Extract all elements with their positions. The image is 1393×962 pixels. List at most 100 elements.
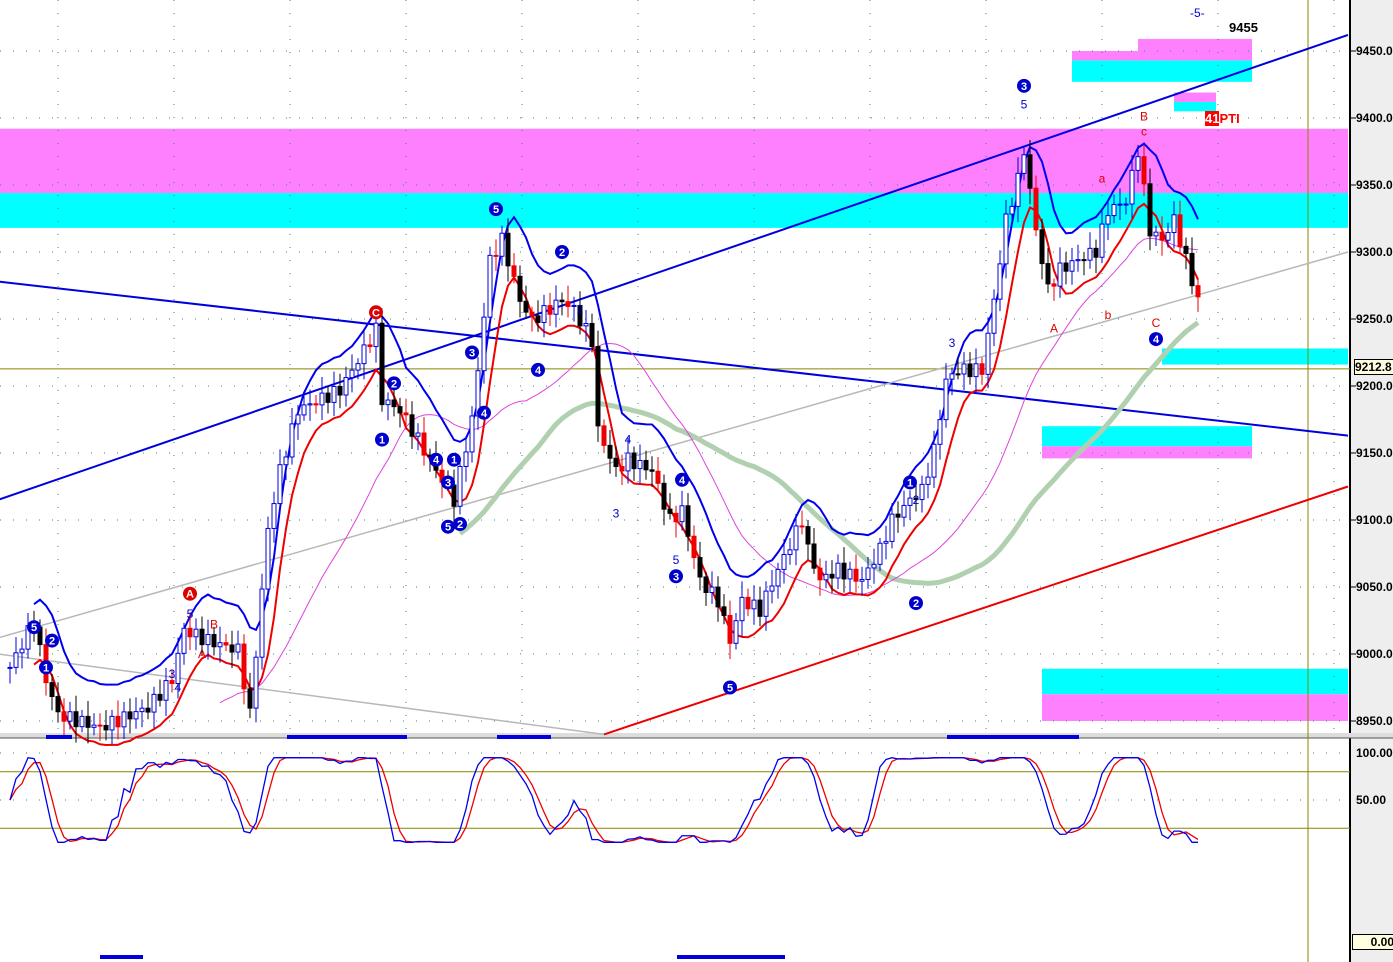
wave-label: 5 (493, 204, 499, 216)
candle-body (607, 444, 613, 459)
candle-body (271, 503, 277, 529)
candle-body (769, 585, 775, 592)
candle (151, 686, 157, 729)
wave-label: A (186, 589, 194, 601)
candle-body (595, 346, 601, 427)
candle-body (601, 425, 607, 446)
cycle-marker (497, 735, 551, 739)
candle-body (613, 457, 619, 468)
candle-body (541, 305, 547, 323)
candle (259, 573, 265, 670)
candle-body (685, 505, 691, 537)
wave-label: 5 (1021, 98, 1028, 112)
candle-body (727, 614, 733, 644)
candle (871, 548, 877, 584)
candle (1087, 232, 1093, 269)
cycle-marker (677, 955, 785, 959)
candle (967, 352, 973, 385)
candle-body (805, 526, 811, 545)
candle (487, 246, 493, 330)
candle (145, 692, 151, 720)
candle (1189, 237, 1195, 295)
candle (997, 250, 1003, 312)
candle (1051, 278, 1057, 301)
candle-body (517, 275, 523, 302)
candle-body (847, 568, 853, 580)
candle (547, 292, 553, 326)
candle-body (79, 715, 85, 728)
wave-label: 5 (673, 553, 680, 567)
price-chart[interactable]: 9450.0 9400.0 9350.0 9300.0 9250.0 9200.0 9150… (0, 0, 1393, 962)
candle (847, 561, 853, 593)
candle (139, 699, 145, 728)
candle (7, 662, 13, 684)
candle-body (931, 443, 937, 478)
candle-body (817, 567, 823, 581)
candle-body (535, 315, 541, 323)
candle (583, 309, 589, 342)
candle-body (673, 512, 679, 523)
wave-label: 3 (949, 336, 956, 350)
candle-body (211, 634, 217, 648)
price-tick-label: 9400.0 (1356, 111, 1393, 125)
candle (235, 630, 241, 660)
candle-body (625, 452, 631, 472)
candle (553, 285, 559, 328)
candle (181, 622, 187, 665)
candle-body (115, 715, 121, 728)
candle (637, 444, 643, 484)
candle (475, 357, 481, 430)
wave-label: 4 (625, 433, 632, 447)
candle-body (121, 711, 127, 728)
candle (961, 352, 967, 391)
candle (907, 490, 913, 521)
candle-body (223, 642, 229, 646)
candle-body (733, 620, 739, 644)
candle (523, 285, 529, 319)
candle (247, 672, 253, 719)
candle-body (319, 392, 325, 406)
candle (1093, 239, 1099, 274)
candle-body (523, 300, 529, 313)
candle-body (991, 298, 997, 334)
wave-label: 5 (187, 607, 194, 621)
candle-body (1117, 203, 1123, 206)
candle (739, 581, 745, 637)
candle-body (247, 688, 253, 709)
price-tick-label: 8950.0 (1356, 714, 1393, 728)
candle (385, 392, 391, 421)
wave-label: 3 (673, 571, 679, 583)
candle (469, 406, 475, 463)
candle (661, 474, 667, 526)
candle-body (379, 322, 385, 406)
price-tick-label: 9050.0 (1356, 580, 1393, 594)
candle (1057, 247, 1063, 298)
candle (673, 505, 679, 538)
candle-body (901, 504, 907, 518)
candle-body (1021, 154, 1027, 174)
candle-body (781, 553, 787, 570)
wave-label: 2 (391, 378, 397, 390)
candle (589, 313, 595, 353)
candle-body (133, 711, 139, 720)
candle (919, 475, 925, 513)
wave-label: 5 (727, 683, 733, 695)
candle-body (919, 483, 925, 501)
candle-body (655, 470, 661, 484)
candle-body (469, 415, 475, 453)
candle-body (619, 466, 625, 472)
candle (565, 285, 571, 318)
candle-body (493, 254, 499, 257)
wave-label: 1 (379, 435, 385, 447)
candle-body (205, 634, 211, 646)
candle (25, 612, 31, 659)
candle (559, 292, 565, 316)
price-zone (1042, 426, 1252, 447)
candle-body (181, 627, 187, 654)
candle-body (1099, 223, 1105, 258)
candle-body (697, 557, 703, 578)
candle (841, 547, 847, 593)
candle-body (763, 590, 769, 617)
wave-label: c (1141, 124, 1147, 138)
candle-body (403, 412, 409, 416)
